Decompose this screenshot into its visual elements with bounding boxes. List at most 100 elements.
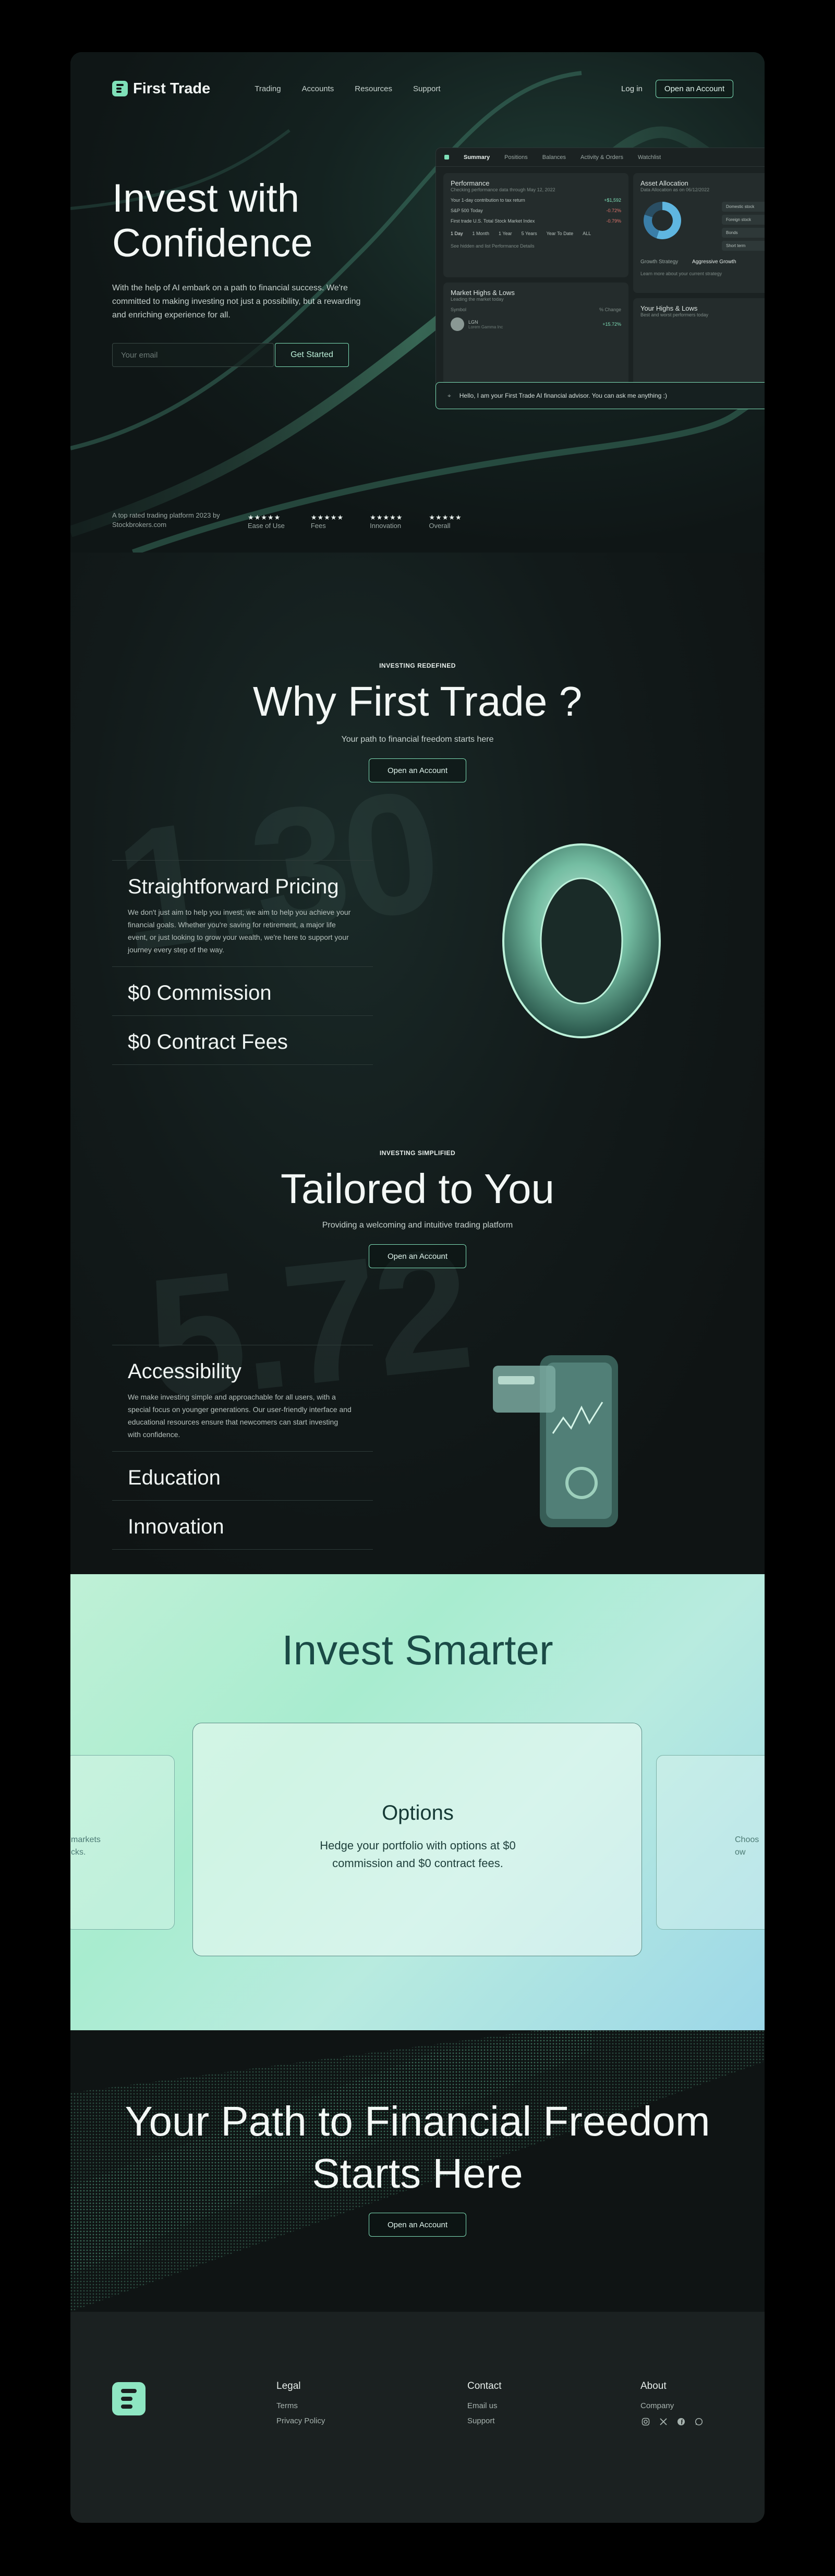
stars-icon: ★★★★★ [370,513,403,521]
top-nav: First Trade Trading Accounts Resources S… [112,78,733,99]
whatsapp-icon[interactable] [694,2416,704,2427]
strategy-value: Aggressive Growth [692,259,736,265]
tab-activity-orders[interactable]: Activity & Orders [580,154,623,161]
range-1d[interactable]: 1 Day [451,231,463,236]
instagram-icon[interactable] [640,2416,651,2427]
allocation-panel: Asset Allocation Data Allocation as on 0… [633,173,765,293]
tailored-eyebrow: INVESTING SIMPLIFIED [379,1149,456,1157]
get-started-button[interactable]: Get Started [275,343,349,367]
row-label: S&P 500 Today [451,208,483,213]
footer-link-support[interactable]: Support [467,2416,501,2425]
ratings-strip: A top rated trading platform 2023 by Sto… [112,511,462,530]
your-highs-panel: Your Highs & Lows Best and worst perform… [633,298,765,387]
dashboard-tabs: Summary Positions Balances Activity & Or… [436,148,765,167]
market-highs-panel: Market Highs & Lows Leading the market t… [443,283,628,387]
row-value: -0.72% [606,208,621,213]
accordion-item-education[interactable]: Education [112,1451,373,1500]
x-icon[interactable] [658,2416,669,2427]
final-cta-title: Your Path to Financial Freedom Starts He… [125,2098,710,2197]
carousel-card-text: markets cks. [71,1835,101,1857]
performance-note[interactable]: See hidden and list Performance Details [451,243,621,249]
accordion-item-commission[interactable]: $0 Commission [112,966,373,1015]
performance-title: Performance [451,179,490,187]
phone-3d-graphic [493,1355,618,1527]
footer-link-terms[interactable]: Terms [276,2401,325,2410]
tab-balances[interactable]: Balances [542,154,566,161]
open-account-button[interactable]: Open an Account [655,79,733,98]
final-open-account-button[interactable]: Open an Account [369,2213,466,2237]
ratings-intro: A top rated trading platform 2023 by Sto… [112,511,220,529]
dashboard-preview: Summary Positions Balances Activity & Or… [435,148,765,408]
accordion-item-innovation[interactable]: Innovation [112,1500,373,1550]
footer-link-email[interactable]: Email us [467,2401,501,2410]
footer-legal: Legal Terms Privacy Policy [276,2381,325,2432]
rating-fees: ★★★★★ Fees [311,513,344,530]
menu-item-support[interactable]: Support [413,84,441,93]
range-5y[interactable]: 5 Years [522,231,537,236]
why-open-account-button[interactable]: Open an Account [369,758,466,782]
accordion-item-accessibility[interactable]: Accessibility We make investing simple a… [112,1345,373,1451]
market-highs-subtitle: Leading the market today [451,297,504,302]
nav-actions: Log in Open an Account [621,79,733,98]
symbol-cell: LGN Lorem Gamma Inc [451,317,503,331]
symbol-ticker: LGN [468,319,478,325]
carousel-card-left[interactable]: markets cks. [70,1755,175,1930]
tab-watchlist[interactable]: Watchlist [638,154,661,161]
card-text: Hedge your portfolio with options at $0 … [320,1839,516,1870]
footer-logo-icon[interactable] [112,2382,146,2415]
brand-logo[interactable]: First Trade [112,80,210,97]
email-input[interactable]: Your email [112,343,274,367]
menu-item-accounts[interactable]: Accounts [302,84,334,93]
allocation-title: Asset Allocation [640,179,688,187]
col-change: % Change [599,307,621,312]
accordion-item-pricing[interactable]: Straightforward Pricing We don't just ai… [112,860,373,966]
tailored-open-account-button[interactable]: Open an Account [369,1244,466,1268]
tab-summary[interactable]: Summary [464,154,490,161]
stars-icon: ★★★★★ [248,513,281,521]
why-eyebrow: INVESTING REDEFINED [379,662,456,669]
accordion-item-contract-fees[interactable]: $0 Contract Fees [112,1015,373,1065]
symbol-name: Lorem Gamma Inc [468,324,503,329]
range-1y[interactable]: 1 Year [499,231,512,236]
login-link[interactable]: Log in [621,84,643,93]
range-1m[interactable]: 1 Month [473,231,490,236]
zero-3d-graphic [502,843,661,1038]
carousel-card-options[interactable]: Options Hedge your portfolio with option… [192,1723,642,1956]
features-section: 1.30 5.72 INVESTING REDEFINED Why First … [70,553,765,1574]
menu-item-resources[interactable]: Resources [355,84,392,93]
allocation-donut-chart [644,202,681,239]
final-cta-section: Your Path to Financial Freedom Starts He… [70,2030,765,2312]
performance-row: Your 1-day contribution to tax return +$1… [451,198,621,203]
accordion-title: Education [128,1466,221,1489]
footer-link-privacy[interactable]: Privacy Policy [276,2416,325,2425]
hero-subtitle: With the help of AI embark on a path to … [112,284,361,320]
brand-name: First Trade [133,80,211,97]
ai-advisor-prompt: Hello, I am your First Trade AI financia… [459,392,667,399]
location-pin-icon: ⌖ [447,391,451,399]
footer-legal-title: Legal [276,2381,301,2391]
footer-about: About Company [640,2381,704,2433]
tailored-title: Tailored to You [281,1166,554,1212]
range-ytd[interactable]: Year To Date [547,231,574,236]
stars-icon: ★★★★★ [310,513,344,521]
legend-item: Bonds [722,228,765,238]
menu-item-trading[interactable]: Trading [255,84,281,93]
performance-row: S&P 500 Today -0.72% [451,208,621,213]
market-highs-title: Market Highs & Lows [451,289,515,297]
legend-item: Short term [722,241,765,251]
invest-smarter-section: Invest Smarter markets cks. Options Hedg… [70,1574,765,2030]
carousel-card-text: Choos ow [735,1835,759,1857]
your-highs-title: Your Highs & Lows [640,304,698,312]
market-highs-header: Symbol % Change [451,307,621,312]
accordion-title: Innovation [128,1515,224,1538]
ai-advisor-input[interactable]: ⌖ Hello, I am your First Trade AI financ… [435,382,765,409]
carousel-card-right[interactable]: Choos ow [656,1755,765,1930]
footer-link-company[interactable]: Company [640,2401,704,2410]
stars-icon: ★★★★★ [429,513,462,521]
rating-innovation: ★★★★★ Innovation [370,513,403,530]
range-all[interactable]: ALL [583,231,591,236]
market-highs-row[interactable]: LGN Lorem Gamma Inc +15.72% [451,317,621,331]
strategy-note[interactable]: Learn more about your current strategy [640,271,722,276]
facebook-icon[interactable] [676,2416,686,2427]
tab-positions[interactable]: Positions [504,154,528,161]
